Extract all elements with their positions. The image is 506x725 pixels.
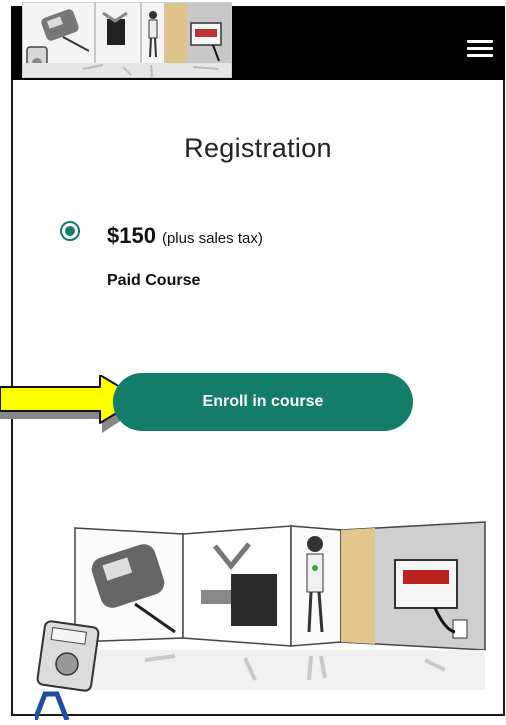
enroll-button[interactable]: Enroll in course [113,373,413,431]
hamburger-menu-icon[interactable] [467,40,493,57]
course-illustration [32,520,490,725]
tax-note: (plus sales tax) [161,230,263,247]
price-line: $150 (plus sales tax) [107,223,263,249]
course-price: $150 [107,223,156,248]
paid-course-radio[interactable] [60,221,80,241]
page-title: Registration [184,133,332,163]
course-type-label: Paid Course [107,272,201,289]
header-logo-image[interactable] [22,2,232,78]
